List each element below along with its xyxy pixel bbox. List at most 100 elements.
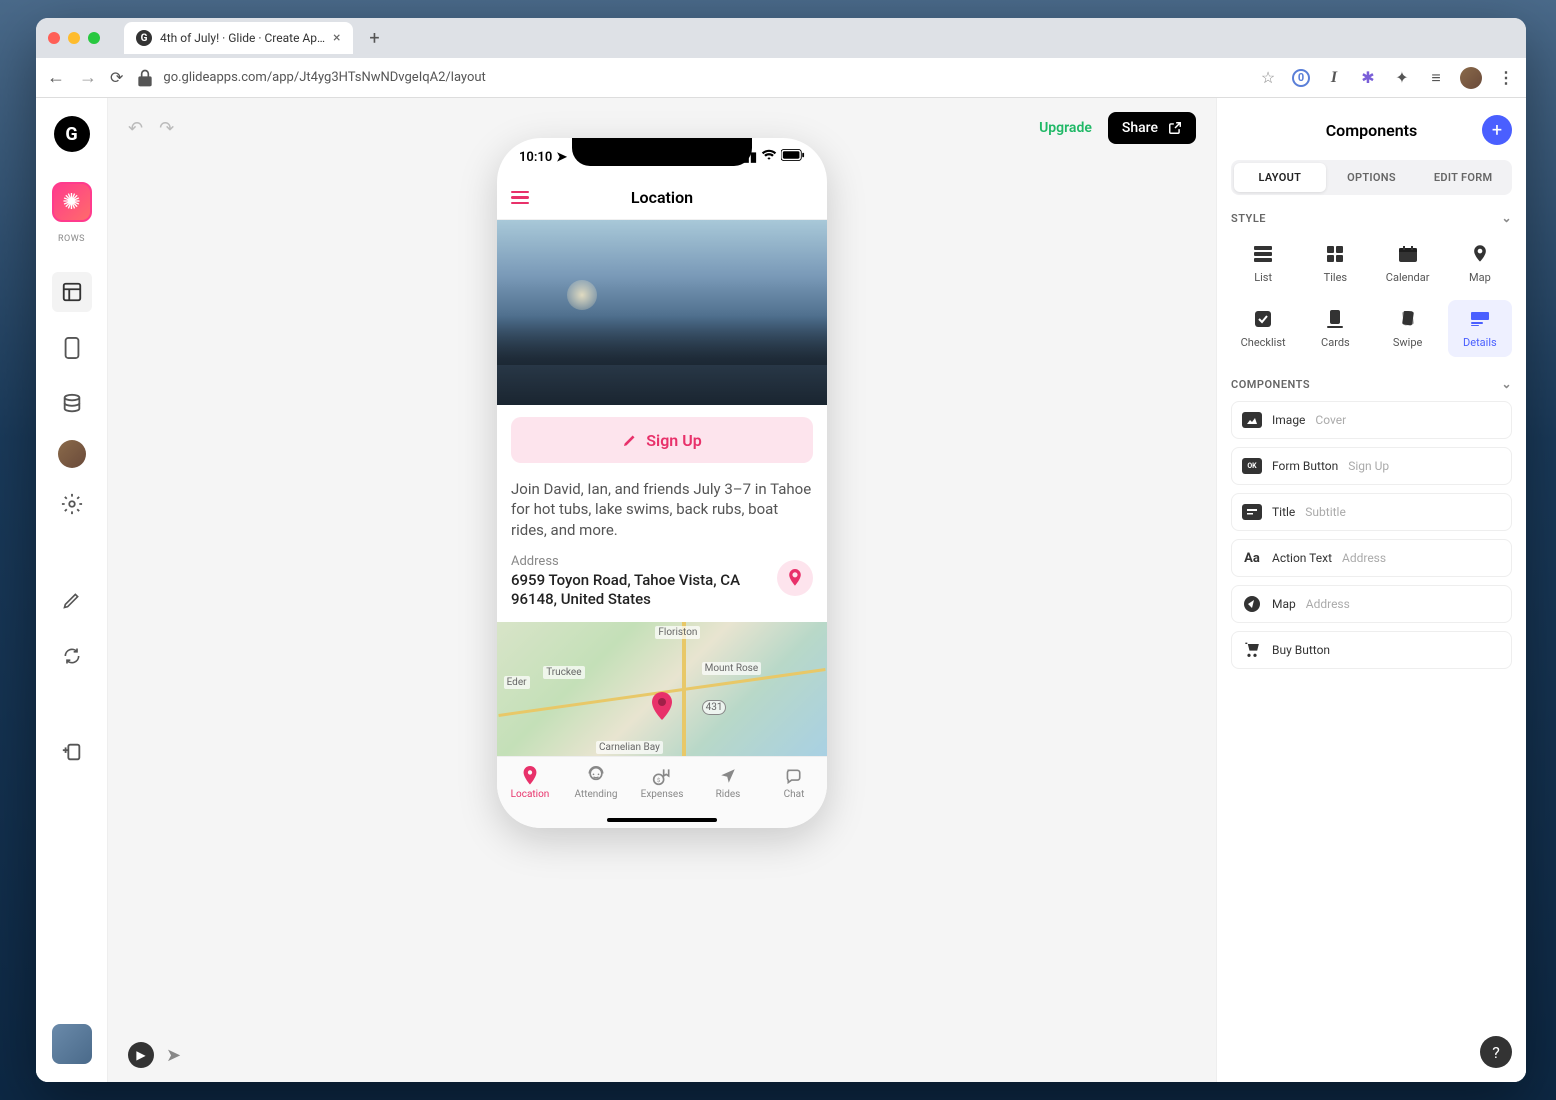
account-avatar[interactable] (52, 1024, 92, 1064)
component-sub: Address (1306, 597, 1350, 611)
style-label: Map (1469, 271, 1491, 284)
style-details[interactable]: Details (1448, 300, 1512, 357)
traffic-lights (48, 32, 100, 44)
tab-label: Location (511, 789, 550, 800)
edit-nav-icon[interactable] (52, 580, 92, 620)
canvas-tools: ▶ ➤ (128, 1042, 181, 1068)
device-nav-icon[interactable] (52, 328, 92, 368)
signup-button[interactable]: Sign Up (511, 417, 813, 463)
extension-icon[interactable]: 0 (1292, 69, 1310, 87)
style-section-header[interactable]: STYLE ⌄ (1231, 211, 1512, 225)
style-grid: List Tiles Calendar Map Checklist (1231, 235, 1512, 357)
layout-nav-icon[interactable] (52, 272, 92, 312)
glide-logo[interactable]: G (54, 116, 90, 152)
component-item-buy-button[interactable]: Buy Button (1231, 631, 1512, 669)
component-sub: Address (1342, 551, 1386, 565)
style-calendar[interactable]: Calendar (1376, 235, 1440, 292)
subtitle-text: Join David, Ian, and friends July 3–7 in… (497, 475, 827, 548)
url-input[interactable]: go.glideapps.com/app/Jt4yg3HTsNwNDvgeIqA… (135, 68, 1246, 88)
wifi-icon (761, 149, 777, 165)
reading-list-icon[interactable]: ≡ (1426, 68, 1446, 88)
component-name: Form Button (1272, 459, 1338, 473)
style-swipe[interactable]: Swipe (1376, 300, 1440, 357)
share-button[interactable]: Share (1108, 112, 1196, 144)
style-cards[interactable]: Cards (1303, 300, 1367, 357)
style-list[interactable]: List (1231, 235, 1295, 292)
tab-location[interactable]: Location (500, 765, 560, 800)
tab-chat[interactable]: Chat (764, 765, 824, 800)
extension-icon[interactable]: ✱ (1358, 68, 1378, 88)
cursor-tool-icon[interactable]: ➤ (166, 1045, 181, 1066)
traffic-maximize[interactable] (88, 32, 100, 44)
pin-icon (787, 569, 803, 587)
extensions-icon[interactable]: ✦ (1392, 68, 1412, 88)
tab-label: Chat (784, 789, 805, 800)
undo-icon[interactable]: ↶ (128, 118, 143, 139)
upgrade-link[interactable]: Upgrade (1039, 120, 1092, 136)
data-nav-icon[interactable] (52, 384, 92, 424)
back-button[interactable]: ← (46, 67, 66, 88)
tab-layout[interactable]: LAYOUT (1234, 163, 1326, 192)
play-button[interactable]: ▶ (128, 1042, 154, 1068)
form-button-icon: OK (1242, 458, 1262, 474)
cart-icon (1242, 642, 1262, 658)
map-route-badge: 431 (702, 700, 727, 715)
traffic-minimize[interactable] (68, 32, 80, 44)
share-label: Share (1122, 120, 1158, 136)
tab-edit-form[interactable]: EDIT FORM (1417, 163, 1509, 192)
attending-tab-icon (586, 765, 606, 787)
redo-icon[interactable]: ↷ (159, 118, 174, 139)
components-section-header[interactable]: COMPONENTS ⌄ (1231, 377, 1512, 391)
component-item-title[interactable]: Title Subtitle (1231, 493, 1512, 531)
panel-title: Components (1326, 121, 1418, 140)
sync-nav-icon[interactable] (52, 636, 92, 676)
phone-preview: 10:10 ➤ ▪▪▮▮ Location (497, 138, 827, 828)
style-map[interactable]: Map (1448, 235, 1512, 292)
map-label: Eder (504, 676, 530, 689)
user-nav-icon[interactable] (58, 440, 86, 468)
style-tiles[interactable]: Tiles (1303, 235, 1367, 292)
close-tab-icon[interactable]: × (333, 30, 340, 46)
component-sub: Cover (1315, 413, 1346, 427)
tab-title: 4th of July! · Glide · Create Ap… (160, 31, 325, 45)
app-header: Location (497, 176, 827, 220)
tab-label: Rides (716, 789, 741, 800)
bookmark-icon[interactable]: ☆ (1258, 68, 1278, 88)
reload-button[interactable]: ⟳ (110, 68, 123, 87)
menu-icon[interactable]: ⋮ (1496, 68, 1516, 88)
tab-attending[interactable]: Attending (566, 765, 626, 800)
rows-label: ROWS (58, 234, 85, 244)
profile-avatar[interactable] (1460, 67, 1482, 89)
component-item-image[interactable]: Image Cover (1231, 401, 1512, 439)
browser-tab[interactable]: G 4th of July! · Glide · Create Ap… × (124, 22, 353, 54)
add-screen-nav-icon[interactable] (52, 732, 92, 772)
traffic-close[interactable] (48, 32, 60, 44)
tab-rides[interactable]: Rides (698, 765, 758, 800)
tab-bar: G 4th of July! · Glide · Create Ap… × + (36, 18, 1526, 58)
panel-header: Components + (1231, 112, 1512, 148)
address-pin-button[interactable] (777, 560, 813, 596)
hamburger-icon[interactable] (511, 191, 529, 205)
settings-nav-icon[interactable] (52, 484, 92, 524)
add-component-button[interactable]: + (1482, 115, 1512, 145)
component-item-map[interactable]: Map Address (1231, 585, 1512, 623)
component-item-action-text[interactable]: Aa Action Text Address (1231, 539, 1512, 577)
component-name: Map (1272, 597, 1296, 611)
battery-icon (781, 149, 805, 165)
details-icon (1471, 308, 1489, 330)
app-header-title: Location (631, 188, 693, 207)
app-icon[interactable]: ✺ (52, 182, 92, 222)
style-checklist[interactable]: Checklist (1231, 300, 1295, 357)
tab-options[interactable]: OPTIONS (1326, 163, 1418, 192)
glide-app: G ✺ ROWS (36, 98, 1526, 1082)
chevron-down-icon: ⌄ (1501, 377, 1512, 391)
new-tab-button[interactable]: + (361, 24, 389, 52)
components-label: COMPONENTS (1231, 378, 1310, 391)
forward-button[interactable]: → (78, 67, 98, 88)
component-item-form-button[interactable]: OK Form Button Sign Up (1231, 447, 1512, 485)
map-image[interactable]: Floriston Truckee Mount Rose Eder Carnel… (497, 622, 827, 760)
toolbar-icons: ☆ 0 I ✱ ✦ ≡ ⋮ (1258, 67, 1516, 89)
tab-expenses[interactable]: $ Expenses (632, 765, 692, 800)
extension-icon[interactable]: I (1324, 68, 1344, 88)
help-button[interactable]: ? (1480, 1036, 1512, 1068)
